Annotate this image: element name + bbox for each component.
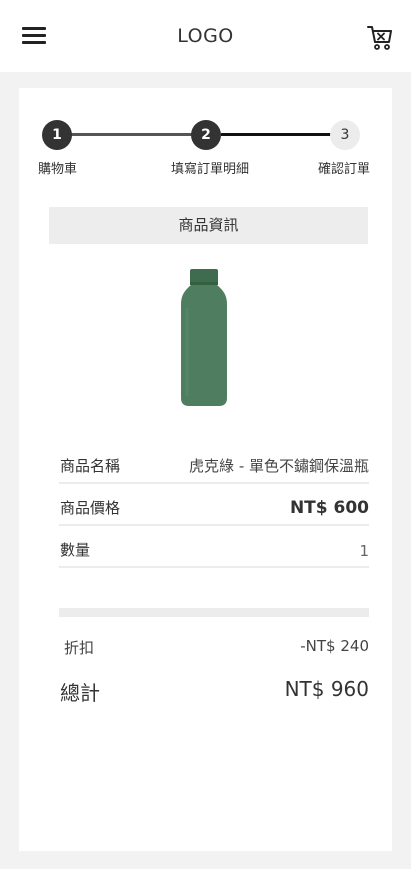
product-price-value: NT$ 600 xyxy=(289,498,369,518)
product-info-header: 商品資訊 xyxy=(49,207,368,244)
green-water-bottle-image xyxy=(179,268,229,408)
shopping-cart-icon[interactable] xyxy=(366,23,394,51)
step-3-label: 確認訂單 xyxy=(318,162,371,177)
discount-value: -NT$ 240 xyxy=(300,637,369,655)
product-price-row: 商品價格 NT$ 600 xyxy=(59,484,369,526)
step-2-indicator[interactable]: 2 xyxy=(191,120,221,150)
discount-label: 折扣 xyxy=(64,639,95,657)
step-1-indicator[interactable]: 1 xyxy=(42,120,72,150)
total-label: 總計 xyxy=(60,681,100,705)
total-value: NT$ 960 xyxy=(284,677,369,701)
product-price-label: 商品價格 xyxy=(60,499,121,517)
checkout-card: 1 2 3 購物車 填寫訂單明細 確認訂單 商品資訊 商品名稱 虎克綠 - 單色… xyxy=(19,88,392,851)
logo[interactable]: LOGO xyxy=(0,25,411,47)
quantity-value: 1 xyxy=(359,542,369,560)
product-name-row: 商品名稱 虎克綠 - 單色不鏽鋼保溫瓶 xyxy=(59,442,369,484)
step-3-indicator[interactable]: 3 xyxy=(330,120,360,150)
quantity-row: 數量 1 xyxy=(59,526,369,568)
quantity-label: 數量 xyxy=(60,541,91,559)
top-nav-bar: LOGO xyxy=(0,0,411,72)
step-1-label: 購物車 xyxy=(38,162,78,177)
step-2-label: 填寫訂單明細 xyxy=(171,162,250,177)
step-connector-1 xyxy=(57,133,205,136)
product-name-label: 商品名稱 xyxy=(60,457,121,475)
product-name-value: 虎克綠 - 單色不鏽鋼保溫瓶 xyxy=(189,457,369,475)
step-connector-2 xyxy=(221,133,345,136)
section-divider xyxy=(59,608,369,617)
